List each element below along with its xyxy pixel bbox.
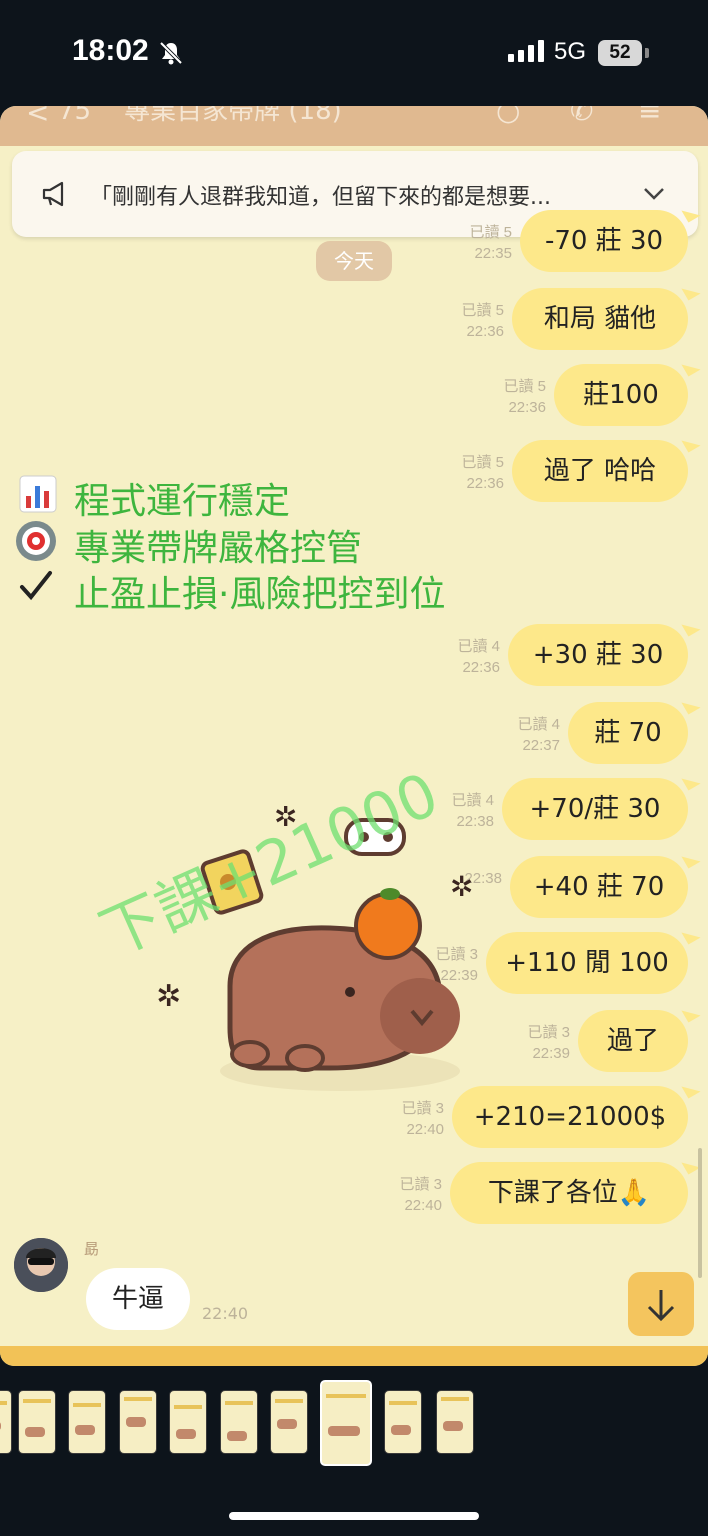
input-area-edge — [0, 1346, 708, 1366]
megaphone-icon — [42, 181, 64, 207]
bubble-tail — [681, 1079, 701, 1099]
check-icon — [20, 571, 52, 601]
thumbnail[interactable] — [436, 1390, 474, 1454]
scrollbar[interactable] — [698, 1148, 702, 1278]
message-time: 22:37 — [522, 737, 560, 754]
message-time: 22:36 — [466, 475, 504, 492]
chat-header: < 75 專業百家帶牌 (18) ○ ✆ ≡ — [0, 106, 708, 146]
incoming-message-bubble[interactable]: 牛逼 — [86, 1268, 190, 1330]
read-receipt: 已讀 5 — [503, 378, 546, 395]
outgoing-message-bubble[interactable]: 莊 70 — [568, 695, 701, 764]
target-icon — [16, 521, 56, 561]
outgoing-message-bubble[interactable]: +210=21000$ — [452, 1079, 701, 1148]
message-meta: 已讀 3 22:39 — [508, 1022, 570, 1064]
menu-icon[interactable]: ≡ — [638, 106, 661, 127]
bubble-tail — [681, 281, 701, 301]
arrow-down-icon — [647, 1290, 675, 1322]
avatar-icon — [14, 1238, 68, 1292]
outgoing-message-bubble[interactable]: 和局 貓他 — [512, 281, 701, 350]
message-meta: 已讀 5 22:36 — [442, 452, 504, 494]
sender-name: 勗 — [84, 1240, 100, 1258]
message-time: 22:35 — [474, 245, 512, 262]
message-meta: 已讀 5 22:35 — [450, 222, 512, 264]
outgoing-message-bubble[interactable]: -70 莊 30 — [520, 203, 701, 272]
date-separator: 今天 — [316, 241, 392, 281]
outgoing-message-bubble[interactable]: 過了 哈哈 — [512, 433, 701, 502]
bubble-tail — [681, 617, 701, 637]
chat-window: < 75 專業百家帶牌 (18) ○ ✆ ≡ 「剛剛有人退群我知道，但留下來的都… — [0, 106, 708, 1366]
bubble-tail — [681, 1003, 701, 1023]
message-time: 22:40 — [404, 1197, 442, 1214]
status-bar: 18:02 5G 52 — [0, 0, 708, 100]
silent-bell-icon — [159, 41, 183, 65]
bubble-tail — [681, 433, 701, 453]
message-meta: 已讀 5 22:36 — [484, 376, 546, 418]
read-receipt: 已讀 5 — [461, 454, 504, 471]
outgoing-message-bubble[interactable]: 下課了各位🙏 — [450, 1155, 701, 1224]
thumbnail[interactable] — [384, 1390, 422, 1454]
search-icon[interactable]: ○ — [496, 106, 520, 127]
home-indicator — [229, 1512, 479, 1520]
bubble-tail — [681, 357, 701, 377]
outgoing-message-bubble[interactable]: 莊100 — [554, 357, 701, 426]
message-time: 22:39 — [532, 1045, 570, 1062]
battery-icon: 52 — [598, 40, 642, 66]
group-name: 專業百家帶牌 (18) — [124, 106, 342, 126]
thumbnail[interactable] — [270, 1390, 308, 1454]
message-time: 22:36 — [462, 659, 500, 676]
back-button[interactable]: < — [26, 106, 49, 129]
read-receipt: 已讀 5 — [469, 224, 512, 241]
thumbnail[interactable] — [119, 1390, 157, 1454]
thumbnail[interactable] — [68, 1390, 106, 1454]
svg-text:✲: ✲ — [450, 870, 473, 903]
chat-title: 75 專業百家帶牌 (18) — [58, 106, 342, 127]
battery-tip — [645, 48, 649, 58]
message-meta: 已讀 4 22:36 — [438, 636, 500, 678]
outgoing-message-bubble[interactable]: +70/莊 30 — [502, 771, 701, 840]
read-receipt: 已讀 3 — [527, 1024, 570, 1041]
outgoing-message-bubble[interactable]: +30 莊 30 — [508, 617, 701, 686]
bubble-tail — [681, 771, 701, 791]
back-count: 75 — [58, 106, 92, 126]
bubble-tail — [681, 849, 701, 869]
read-receipt: 已讀 4 — [457, 638, 500, 655]
read-receipt: 已讀 4 — [517, 716, 560, 733]
thumbnail[interactable] — [18, 1390, 56, 1454]
incoming-message-time: 22:40 — [202, 1304, 249, 1323]
signal-icon — [508, 40, 544, 62]
overlay-text-3: 止盈止損·風險把控到位 — [74, 574, 446, 615]
overlay-text-1: 程式運行穩定 — [74, 481, 291, 522]
thumbnail[interactable] — [169, 1390, 207, 1454]
bubble-tail — [681, 925, 701, 945]
bar-chart-icon — [19, 475, 57, 513]
read-receipt: 已讀 3 — [399, 1176, 442, 1193]
outgoing-message-bubble[interactable]: +40 莊 70 — [510, 849, 701, 918]
message-time: 22:36 — [508, 399, 546, 416]
thumbnail[interactable] — [220, 1390, 258, 1454]
avatar[interactable] — [14, 1238, 68, 1292]
thumbnail-strip — [0, 1380, 708, 1470]
clock: 18:02 — [72, 34, 149, 67]
overlay-text-2: 專業帶牌嚴格控管 — [74, 528, 363, 569]
message-time: 22:40 — [406, 1121, 444, 1138]
scroll-to-bottom-button[interactable] — [628, 1272, 694, 1336]
thumbnail-selected[interactable] — [320, 1380, 372, 1466]
read-receipt: 已讀 5 — [461, 302, 504, 319]
thumbnail[interactable] — [0, 1390, 12, 1454]
message-meta: 已讀 3 22:40 — [380, 1174, 442, 1216]
bubble-tail — [681, 695, 701, 715]
announcement-text: 「剛剛有人退群我知道，但留下來的都是想要... — [90, 185, 551, 210]
outgoing-message-bubble[interactable]: +110 閒 100 — [486, 925, 701, 994]
message-meta: 已讀 4 22:37 — [498, 714, 560, 756]
message-meta: 已讀 5 22:36 — [442, 300, 504, 342]
network-type: 5G — [554, 38, 587, 65]
message-time: 22:36 — [466, 323, 504, 340]
outgoing-message-bubble[interactable]: 過了 — [578, 1003, 701, 1072]
call-icon[interactable]: ✆ — [570, 106, 593, 127]
chevron-down-icon[interactable] — [640, 179, 668, 207]
svg-text:✲: ✲ — [156, 979, 181, 1014]
